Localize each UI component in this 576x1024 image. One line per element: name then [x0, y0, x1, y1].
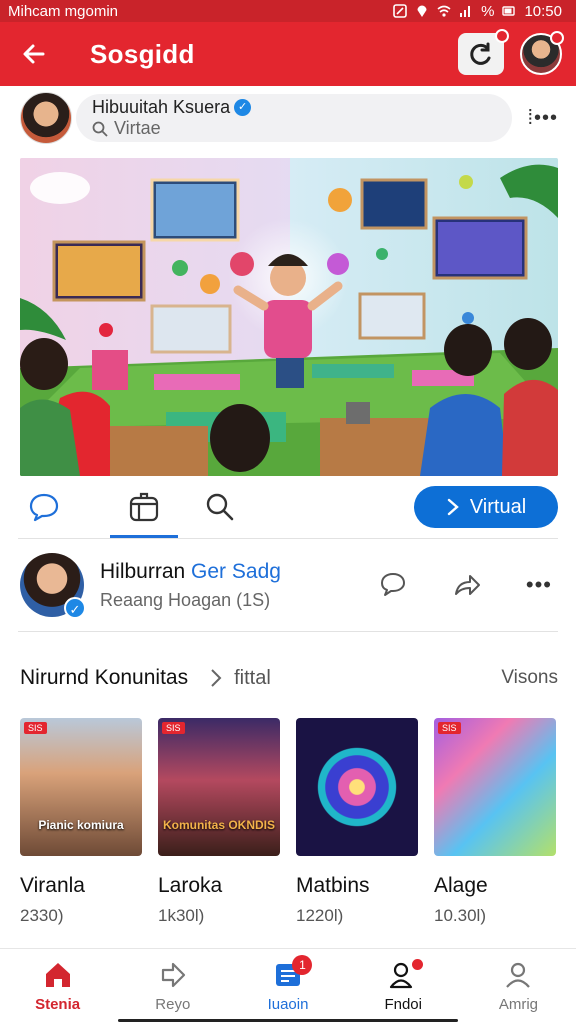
nav-home[interactable]: Stenia — [0, 949, 115, 1024]
card-count: 2330) — [20, 906, 64, 925]
refresh-button[interactable] — [458, 29, 509, 75]
card-thumbnail: SIS Pianic komiura — [20, 718, 142, 856]
community-card-list: SIS Pianic komiura Viranla 2330) SIS Kom… — [0, 718, 576, 926]
section-link-label: fittal — [234, 666, 271, 689]
card-name: Viranla — [20, 874, 85, 897]
post-more-button[interactable]: ••• — [526, 572, 552, 598]
battery-icon — [502, 6, 516, 16]
tab-store[interactable] — [106, 476, 182, 538]
nav-label: Amrig — [498, 996, 538, 1013]
card-tag: SIS — [24, 722, 47, 734]
search-icon — [206, 493, 234, 521]
bottom-navigation: Stenia Reyo 1 Iuaoin Fndoi Amrig — [0, 948, 576, 1024]
nav-inbox[interactable]: 1 Iuaoin — [230, 949, 345, 1024]
notification-dot — [550, 31, 564, 45]
section-title: Nirurnd Konunitas — [20, 666, 189, 689]
card-count: 1k30l) — [158, 906, 205, 925]
community-section-header: Nirurnd Konunitas fittal Visons — [0, 638, 576, 718]
card-name: Laroka — [158, 874, 223, 897]
comment-icon[interactable] — [378, 570, 408, 600]
search-user-name: Hibuuitah Ksuera — [92, 97, 231, 117]
post-title-main: Hilburran — [100, 559, 192, 583]
profile-avatar-button[interactable] — [520, 31, 564, 75]
chevron-right-icon — [211, 669, 222, 687]
more-options-button[interactable]: ⁞••• — [514, 107, 558, 130]
nav-label: Reyo — [155, 996, 191, 1013]
signal-icon — [460, 6, 471, 17]
card-caption: Komunitas OKNDIS — [162, 818, 275, 832]
share-icon[interactable] — [452, 570, 482, 600]
card-thumbnail — [296, 718, 418, 856]
card-name: Alage — [434, 874, 488, 897]
post-subtitle: Reaang Hoagan (1S) — [100, 589, 271, 610]
back-button[interactable] — [14, 34, 54, 74]
notification-dot — [411, 959, 423, 970]
profile-icon — [506, 962, 531, 988]
nav-friends[interactable]: Fndoi — [346, 949, 461, 1024]
card-name: Matbins — [296, 874, 370, 897]
section-filter-link[interactable]: fittal — [210, 667, 271, 690]
app-title: Sosgidd — [90, 38, 195, 69]
card-caption: Pianic komiura — [38, 818, 124, 832]
section-see-all-link[interactable]: Visons — [501, 667, 558, 689]
tab-comments[interactable] — [20, 476, 68, 538]
battery-label: % — [481, 2, 495, 20]
post-title: Hilburran Ger Sadg — [100, 560, 378, 584]
home-indicator — [118, 1019, 458, 1022]
screenshot-icon — [393, 4, 407, 18]
arrow-left-icon — [23, 44, 45, 64]
community-card[interactable]: SIS Alage 10.30l) — [434, 718, 556, 926]
nav-profile[interactable]: Amrig — [461, 949, 576, 1024]
post-title-accent: Ger Sadg — [191, 559, 281, 583]
card-count: 10.30l) — [434, 906, 486, 925]
home-icon — [45, 963, 70, 987]
status-carrier: Mihcam mgomin — [8, 2, 119, 20]
classroom-illustration — [20, 158, 558, 476]
notification-dot — [495, 29, 509, 43]
chevron-right-icon — [447, 498, 459, 516]
status-bar: Mihcam mgomin % 10:50 — [0, 0, 576, 22]
search-input[interactable]: Hibuuitah Ksuera ✓ Virtae — [76, 94, 512, 142]
refresh-icon — [470, 42, 491, 65]
hero-image[interactable] — [20, 158, 558, 476]
card-thumbnail: SIS Komunitas OKNDIS — [158, 718, 280, 856]
post-avatar[interactable]: ✓ — [20, 553, 86, 619]
verified-badge-icon: ✓ — [234, 99, 252, 116]
search-row: Hibuuitah Ksuera ✓ Virtae ⁞••• — [0, 86, 576, 150]
search-icon — [92, 121, 108, 137]
virtual-button-label: Virtual — [469, 495, 527, 518]
share-arrow-icon — [161, 962, 185, 988]
tab-search[interactable] — [190, 476, 250, 538]
card-count: 1220l) — [296, 906, 344, 925]
location-icon — [417, 5, 427, 17]
search-placeholder: Virtae — [114, 118, 161, 138]
app-bar: Sosgidd — [0, 22, 576, 86]
nav-badge: 1 — [292, 955, 313, 975]
user-avatar[interactable] — [20, 92, 72, 144]
community-card[interactable]: Matbins 1220l) — [296, 718, 418, 926]
community-card[interactable]: SIS Pianic komiura Viranla 2330) — [20, 718, 142, 926]
nav-label: Fndoi — [384, 996, 422, 1013]
nav-label: Stenia — [35, 996, 81, 1013]
verified-badge-icon: ✓ — [64, 597, 86, 619]
virtual-button[interactable]: Virtual — [414, 486, 558, 528]
store-icon — [129, 492, 159, 522]
status-time: 10:50 — [524, 2, 562, 20]
divider — [18, 631, 558, 632]
card-tag: SIS — [438, 722, 461, 734]
chat-bubble-icon — [29, 493, 59, 522]
nav-reyo[interactable]: Reyo — [115, 949, 230, 1024]
card-tag: SIS — [162, 722, 185, 734]
wifi-icon — [437, 5, 451, 17]
card-thumbnail: SIS — [434, 718, 556, 856]
nav-label: Iuaoin — [267, 996, 309, 1013]
content-tab-row: Virtual — [0, 476, 576, 538]
community-card[interactable]: SIS Komunitas OKNDIS Laroka 1k30l) — [158, 718, 280, 926]
post-item[interactable]: ✓ Hilburran Ger Sadg Reaang Hoagan (1S) … — [0, 539, 576, 631]
